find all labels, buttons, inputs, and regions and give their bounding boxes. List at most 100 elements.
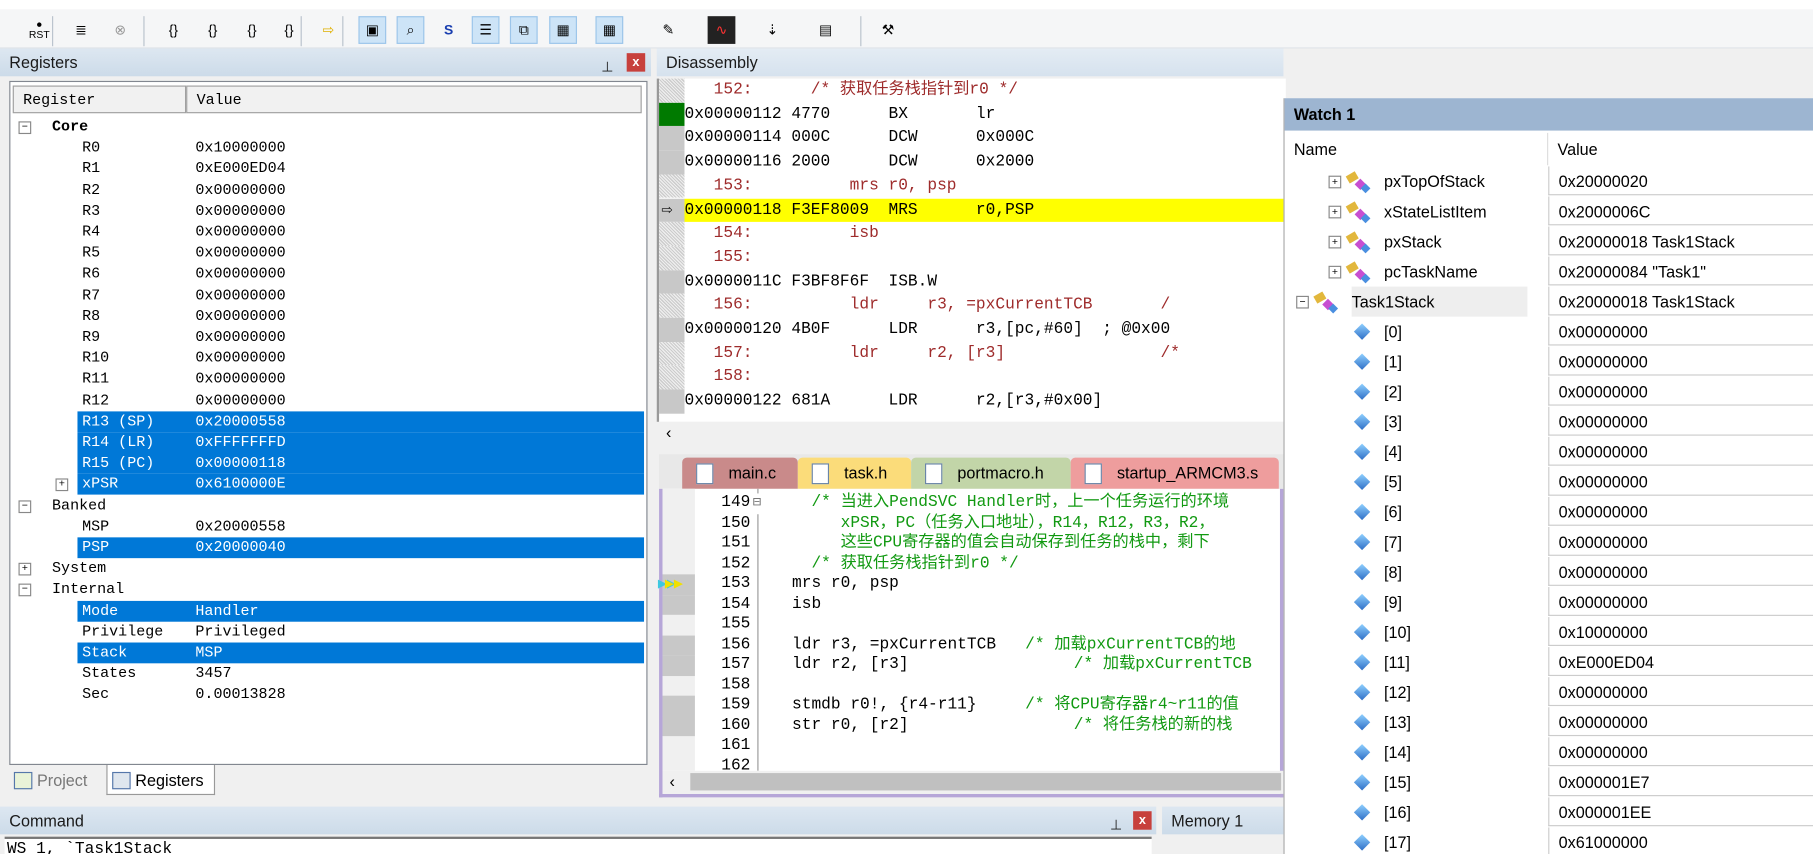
column-header-value[interactable]: Value	[186, 85, 642, 114]
expand-icon[interactable]: +	[1328, 265, 1342, 279]
symbols-window-icon[interactable]: S	[435, 16, 463, 44]
analysis-window-icon[interactable]: ∿	[707, 16, 736, 44]
watch-value[interactable]: 0x00000000	[1548, 677, 1813, 707]
watch-row[interactable]: [17] 0x61000000	[1285, 827, 1813, 854]
call-stack-icon[interactable]: ⧉	[509, 16, 538, 44]
editor-tab-main-c[interactable]: main.c	[682, 457, 798, 489]
code-line[interactable]: 157 ldr r2, [r3] /* 加载pxCurrentTCB	[662, 655, 1287, 676]
column-header-value[interactable]: Value	[1557, 133, 1597, 165]
disassembly-row[interactable]: 0x0000011C F3BF8F6F ISB.W	[659, 269, 1286, 294]
show-next-statement-icon[interactable]: ⇨	[315, 16, 343, 44]
code-line[interactable]: ▶▶ 153 mrs r0, psp	[662, 574, 1287, 595]
watch-row[interactable]: + pxTopOfStack 0x20000020	[1285, 166, 1813, 196]
code-line[interactable]: 159 stmdb r0!, {r4-r11} /* 将CPU寄存器r4~r11的…	[662, 695, 1287, 716]
watch-row[interactable]: + pcTaskName 0x20000084 "Task1"	[1285, 256, 1813, 287]
watch-value[interactable]: 0x20000018 Task1Stack	[1548, 226, 1813, 256]
watch-row[interactable]: [15] 0x000001E7	[1285, 767, 1813, 797]
watch-value[interactable]: 0x00000000	[1548, 406, 1813, 436]
register-row[interactable]: Sec 0.00013828	[10, 685, 644, 706]
memory-header[interactable]: Memory 1	[1162, 806, 1284, 835]
expand-icon[interactable]: +	[55, 478, 69, 492]
watch-value[interactable]: 0x000001E7	[1548, 767, 1813, 797]
register-row[interactable]: R3 0x00000000	[10, 201, 644, 222]
watch-row[interactable]: [3] 0x00000000	[1285, 406, 1813, 437]
close-icon[interactable]: x	[626, 53, 646, 72]
disassembly-row[interactable]: 156: ldr r3, =pxCurrentTCB /	[659, 293, 1286, 318]
close-icon[interactable]: x	[1133, 811, 1152, 830]
watch-row[interactable]: [5] 0x00000000	[1285, 466, 1813, 497]
editor-tab-portmacro-h[interactable]: portmacro.h	[911, 457, 1071, 489]
column-header-register[interactable]: Register	[12, 85, 187, 114]
register-row[interactable]: PSP 0x20000040	[10, 537, 645, 559]
code-line[interactable]: 151 这些CPU寄存器的值会自动保存到任务的栈中，剩下	[663, 534, 1287, 554]
watch-value[interactable]: 0x00000000	[1548, 556, 1813, 586]
collapse-icon[interactable]: −	[18, 499, 32, 513]
watch-value[interactable]: 0x61000000	[1548, 827, 1813, 854]
run-to-cursor-icon[interactable]: {}	[275, 16, 303, 44]
column-header-name[interactable]: Name	[1294, 133, 1337, 165]
code-line[interactable]: 160 str r0, [r2] /* 将任务栈的新的栈	[662, 715, 1287, 737]
register-row[interactable]: R1 0xE000ED04	[10, 159, 644, 180]
pin-icon[interactable]: ⊥	[601, 53, 613, 81]
watch-row[interactable]: [6] 0x00000000	[1285, 496, 1813, 527]
serial-window-icon[interactable]: ✎	[654, 16, 682, 44]
register-row[interactable]: R4 0x00000000	[10, 222, 644, 243]
editor-tab-task-h[interactable]: task.h	[797, 457, 912, 489]
watch-value[interactable]: 0x20000020	[1548, 166, 1813, 196]
expand-icon[interactable]: +	[1328, 205, 1342, 219]
registers-window-icon[interactable]: ☰	[471, 16, 500, 44]
disassembly-row[interactable]: 152: /* 获取任务栈指针到r0 */	[659, 78, 1286, 103]
collapse-icon[interactable]: −	[18, 584, 32, 597]
watch-value[interactable]: 0x00000000	[1548, 707, 1813, 737]
step-out-icon[interactable]: {}	[238, 16, 266, 44]
watch-row[interactable]: [0] 0x00000000	[1285, 316, 1813, 347]
memory-window-icon[interactable]: ▦	[595, 16, 624, 44]
watch-row[interactable]: [9] 0x00000000	[1285, 587, 1813, 617]
disassembly-row[interactable]: 0x00000120 4B0F LDR r3,[pc,#60] ; @0x00	[659, 317, 1286, 342]
register-row[interactable]: R14 (LR) 0xFFFFFFFD	[10, 432, 645, 453]
watch-value[interactable]: 0x00000000	[1548, 466, 1813, 496]
register-row[interactable]: R0 0x10000000	[10, 138, 644, 159]
watch-value[interactable]: 0x00000000	[1548, 526, 1813, 556]
watch-row[interactable]: + pxStack 0x20000018 Task1Stack	[1285, 226, 1813, 256]
register-row[interactable]: − Core	[10, 117, 644, 138]
register-row[interactable]: + System	[10, 558, 644, 579]
register-row[interactable]: R13 (SP) 0x20000558	[10, 411, 645, 432]
watch-row[interactable]: [1] 0x00000000	[1285, 346, 1813, 377]
register-row[interactable]: Stack MSP	[10, 642, 645, 664]
watch-row[interactable]: − Task1Stack 0x20000018 Task1Stack	[1285, 286, 1813, 317]
trace-icon[interactable]: ⇣	[759, 16, 787, 44]
scroll-left-icon[interactable]: ‹	[666, 423, 671, 441]
register-row[interactable]: Mode Handler	[10, 600, 645, 622]
reset-icon[interactable]: ● RST	[25, 16, 53, 44]
register-row[interactable]: R12 0x00000000	[10, 390, 644, 411]
watch-value[interactable]: 0x00000000	[1548, 737, 1813, 767]
register-row[interactable]: R6 0x00000000	[10, 264, 644, 285]
disassembly-row[interactable]: 0x00000116 2000 DCW 0x2000	[659, 150, 1286, 175]
watch-row[interactable]: [12] 0x00000000	[1285, 677, 1813, 707]
disassembly-row[interactable]: 0x00000112 4770 BX lr	[659, 102, 1286, 127]
watch-row[interactable]: [13] 0x00000000	[1285, 707, 1813, 737]
watch-value[interactable]: 0x00000000	[1548, 436, 1813, 466]
register-row[interactable]: R8 0x00000000	[10, 306, 644, 327]
register-row[interactable]: R9 0x00000000	[10, 327, 644, 348]
disassembly-row[interactable]: 153: mrs r0, psp	[659, 174, 1286, 199]
watch-row[interactable]: [7] 0x00000000	[1285, 526, 1813, 557]
register-row[interactable]: − Internal	[10, 579, 644, 600]
watch-window-icon[interactable]: ▦	[549, 16, 577, 44]
collapse-icon[interactable]: −	[18, 121, 32, 135]
register-row[interactable]: States 3457	[10, 664, 644, 685]
register-row[interactable]: Privilege Privileged	[10, 621, 644, 642]
watch-row[interactable]: [14] 0x00000000	[1285, 737, 1813, 767]
watch-value[interactable]: 0x00000000	[1548, 376, 1813, 406]
watch-value[interactable]: 0x2000006C	[1548, 196, 1813, 226]
collapse-icon[interactable]: −	[1296, 295, 1309, 309]
expand-icon[interactable]: +	[18, 562, 32, 576]
system-viewer-icon[interactable]: ▤	[812, 16, 840, 44]
expand-icon[interactable]: +	[1328, 235, 1342, 249]
watch-value[interactable]: 0x00000000	[1548, 496, 1813, 526]
watch-row[interactable]: [16] 0x000001EE	[1285, 797, 1813, 827]
register-row[interactable]: MSP 0x20000558	[10, 516, 644, 537]
command-window-icon[interactable]: ▣	[358, 16, 387, 44]
toolbox-icon[interactable]: ⚒	[874, 16, 902, 44]
